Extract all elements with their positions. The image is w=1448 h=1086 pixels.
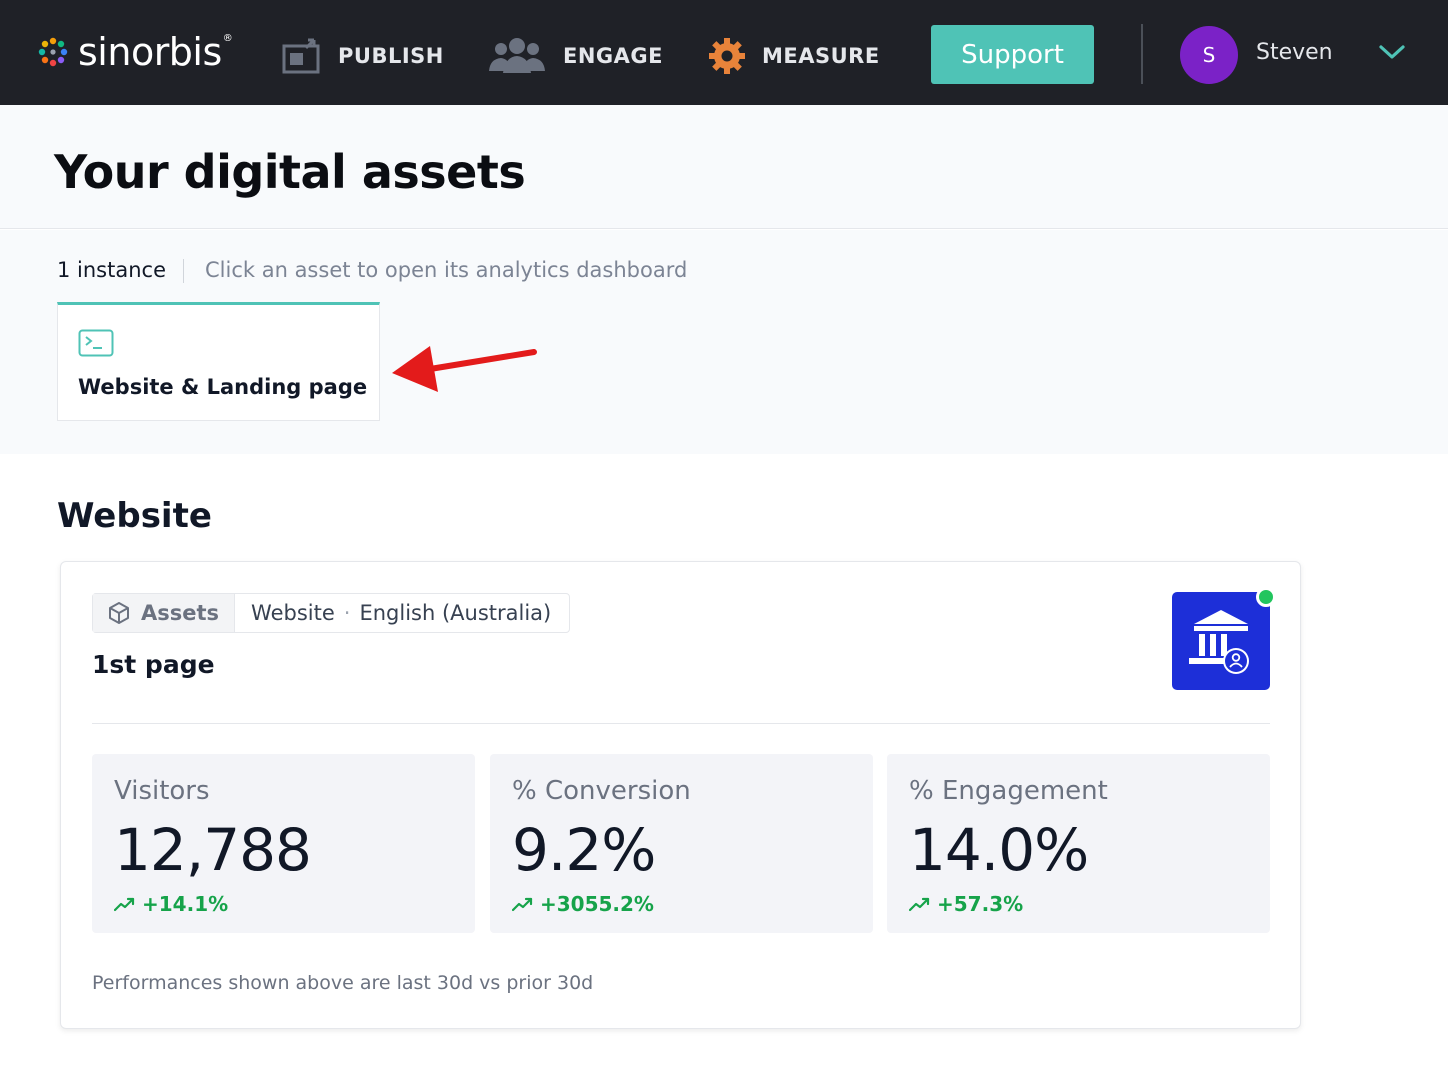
- sinorbis-burst-icon: [38, 37, 68, 67]
- website-card[interactable]: Assets Website · English (Australia) 1st…: [60, 561, 1301, 1029]
- trending-up-icon: [512, 897, 533, 912]
- breadcrumb-type: Website: [251, 601, 335, 625]
- kpi-delta: +3055.2%: [540, 892, 654, 916]
- top-navigation-bar: sinorbis ® PUBLISH ENGAGE MEASURE Suppor…: [0, 0, 1448, 105]
- instances-panel: 1 instance Click an asset to open its an…: [0, 230, 1448, 454]
- brand-logo[interactable]: sinorbis ®: [36, 30, 233, 74]
- performance-footnote: Performances shown above are last 30d vs…: [92, 972, 594, 994]
- nav-publish[interactable]: PUBLISH: [282, 34, 444, 78]
- breadcrumb-assets-label: Assets: [141, 601, 220, 625]
- site-logo: [1172, 592, 1270, 690]
- kpi-label: % Conversion: [512, 776, 691, 806]
- kpi-value: 9.2%: [512, 816, 656, 884]
- trending-up-icon: [909, 897, 930, 912]
- bank-building-icon: [1189, 610, 1249, 674]
- online-status-dot: [1256, 587, 1276, 607]
- kpi-conversion: % Conversion 9.2% +3055.2%: [490, 754, 873, 933]
- user-name[interactable]: Steven: [1256, 40, 1333, 65]
- kpi-delta: +57.3%: [937, 892, 1024, 916]
- kpi-trend: +14.1%: [114, 892, 228, 916]
- page-title: Your digital assets: [54, 145, 526, 199]
- kpi-trend: +57.3%: [909, 892, 1023, 916]
- breadcrumb-locale: English (Australia): [359, 601, 552, 625]
- instance-count: 1 instance: [57, 258, 166, 282]
- instance-separator: [183, 259, 184, 283]
- chevron-down-icon[interactable]: [1378, 42, 1406, 62]
- kpi-value: 12,788: [114, 816, 312, 884]
- measure-icon: [709, 38, 745, 74]
- instance-hint: Click an asset to open its analytics das…: [205, 258, 688, 282]
- kpi-label: % Engagement: [909, 776, 1108, 806]
- support-button[interactable]: Support: [931, 25, 1094, 84]
- kpi-trend: +3055.2%: [512, 892, 654, 916]
- breadcrumb-path: Website · English (Australia): [235, 594, 569, 632]
- nav-divider: [1141, 24, 1143, 84]
- kpi-engagement: % Engagement 14.0% +57.3%: [887, 754, 1270, 933]
- card-divider: [92, 723, 1270, 724]
- kpi-delta: +14.1%: [142, 892, 229, 916]
- kpi-visitors: Visitors 12,788 +14.1%: [92, 754, 475, 933]
- page-header: Your digital assets: [0, 105, 1448, 229]
- annotation-arrow-icon: [392, 346, 537, 392]
- breadcrumb-dot: ·: [343, 601, 351, 625]
- cube-icon: [109, 602, 129, 624]
- nav-measure[interactable]: MEASURE: [708, 34, 880, 78]
- people-icon: [489, 38, 545, 73]
- trending-up-icon: [114, 897, 135, 912]
- kpi-value: 14.0%: [909, 816, 1089, 884]
- asset-card-label: Website & Landing page: [78, 375, 368, 399]
- terminal-icon: [78, 329, 114, 357]
- registered-mark: ®: [222, 32, 233, 44]
- breadcrumb: Assets Website · English (Australia): [92, 593, 571, 633]
- nav-engage[interactable]: ENGAGE: [487, 34, 663, 78]
- kpi-label: Visitors: [114, 776, 210, 806]
- nav-publish-label: PUBLISH: [338, 44, 444, 68]
- publish-icon: [282, 38, 320, 74]
- nav-engage-label: ENGAGE: [563, 44, 663, 68]
- brand-name: sinorbis: [78, 30, 222, 74]
- nav-measure-label: MEASURE: [762, 44, 880, 68]
- website-section-title: Website: [57, 496, 212, 536]
- avatar[interactable]: S: [1180, 26, 1238, 84]
- breadcrumb-assets[interactable]: Assets: [93, 594, 236, 632]
- asset-card-website-landing[interactable]: Website & Landing page: [57, 302, 380, 421]
- page-name: 1st page: [92, 650, 215, 679]
